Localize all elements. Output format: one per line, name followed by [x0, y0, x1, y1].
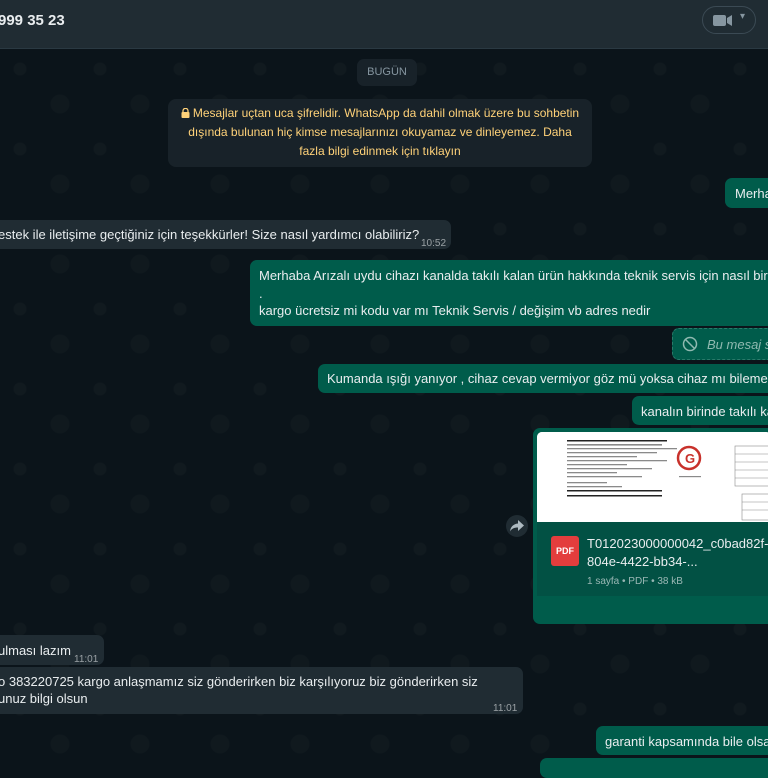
message-outgoing[interactable]: kanalın birinde takılı ka [632, 396, 768, 425]
message-incoming[interactable]: ulması lazım 11:01 [0, 635, 104, 665]
document-filename: 804e-4422-bb34-... [587, 554, 698, 569]
document-meta: 1 sayfa • PDF • 38 kB [587, 576, 683, 587]
message-deleted[interactable]: Bu mesaj s [672, 328, 768, 360]
svg-text:G: G [685, 451, 695, 466]
message-text: Merha [735, 186, 768, 201]
chat-header: 999 35 23 ▾ [0, 0, 768, 49]
encryption-notice-text: Mesajlar uçtan uca şifrelidir. WhatsApp … [188, 106, 580, 158]
message-text: ulması lazım [0, 643, 71, 658]
message-outgoing[interactable]: Merha [725, 178, 768, 208]
message-text: Kumanda ışığı yanıyor , cihaz cevap verm… [327, 371, 768, 386]
message-outgoing[interactable]: garanti kapsamında bile olsa [596, 726, 768, 755]
pdf-file-icon: PDF [551, 536, 579, 566]
message-line: Merhaba Arızalı uydu cihazı kanalda takı… [259, 268, 768, 283]
forward-button[interactable] [506, 515, 528, 537]
forward-icon [510, 520, 524, 532]
message-time: 11:01 [493, 703, 518, 714]
blocked-icon [682, 336, 698, 352]
message-time: 11:01 [74, 654, 99, 665]
message-time: 10:52 [421, 238, 447, 249]
message-text: Bu mesaj s [707, 337, 768, 352]
date-chip: BUGÜN [357, 59, 417, 86]
message-text: kanalın birinde takılı ka [641, 404, 768, 419]
document-thumbnail: G [537, 432, 768, 522]
video-call-button[interactable]: ▾ [702, 6, 756, 34]
message-line: unuz bilgi olsun [0, 691, 88, 706]
message-incoming[interactable]: o 383220725 kargo anlaşmamız siz gönderi… [0, 667, 523, 714]
chevron-down-icon: ▾ [740, 11, 746, 22]
document-preview[interactable]: G [537, 432, 768, 522]
message-text: garanti kapsamında bile olsa [605, 734, 768, 749]
video-camera-icon [713, 15, 732, 26]
message-outgoing[interactable]: Merhaba Arızalı uydu cihazı kanalda takı… [250, 260, 768, 326]
document-message[interactable]: G PDF T012023000000042_c0bad82f- 804e-44… [533, 428, 768, 624]
message-incoming[interactable]: estek ile iletişime geçtiğiniz için teşe… [0, 220, 451, 249]
message-outgoing[interactable]: Kumanda ışığı yanıyor , cihaz cevap verm… [318, 364, 768, 393]
contact-title[interactable]: 999 35 23 [0, 12, 65, 29]
document-filename: T012023000000042_c0bad82f- [587, 536, 768, 551]
encryption-notice[interactable]: Mesajlar uçtan uca şifrelidir. WhatsApp … [168, 99, 592, 167]
document-info[interactable]: PDF T012023000000042_c0bad82f- 804e-4422… [537, 522, 768, 596]
message-outgoing-partial[interactable] [540, 758, 768, 778]
message-text: estek ile iletişime geçtiğiniz için teşe… [0, 227, 420, 242]
message-line: kargo ücretsiz mi kodu var mı Teknik Ser… [259, 303, 651, 318]
lock-icon [181, 107, 190, 118]
